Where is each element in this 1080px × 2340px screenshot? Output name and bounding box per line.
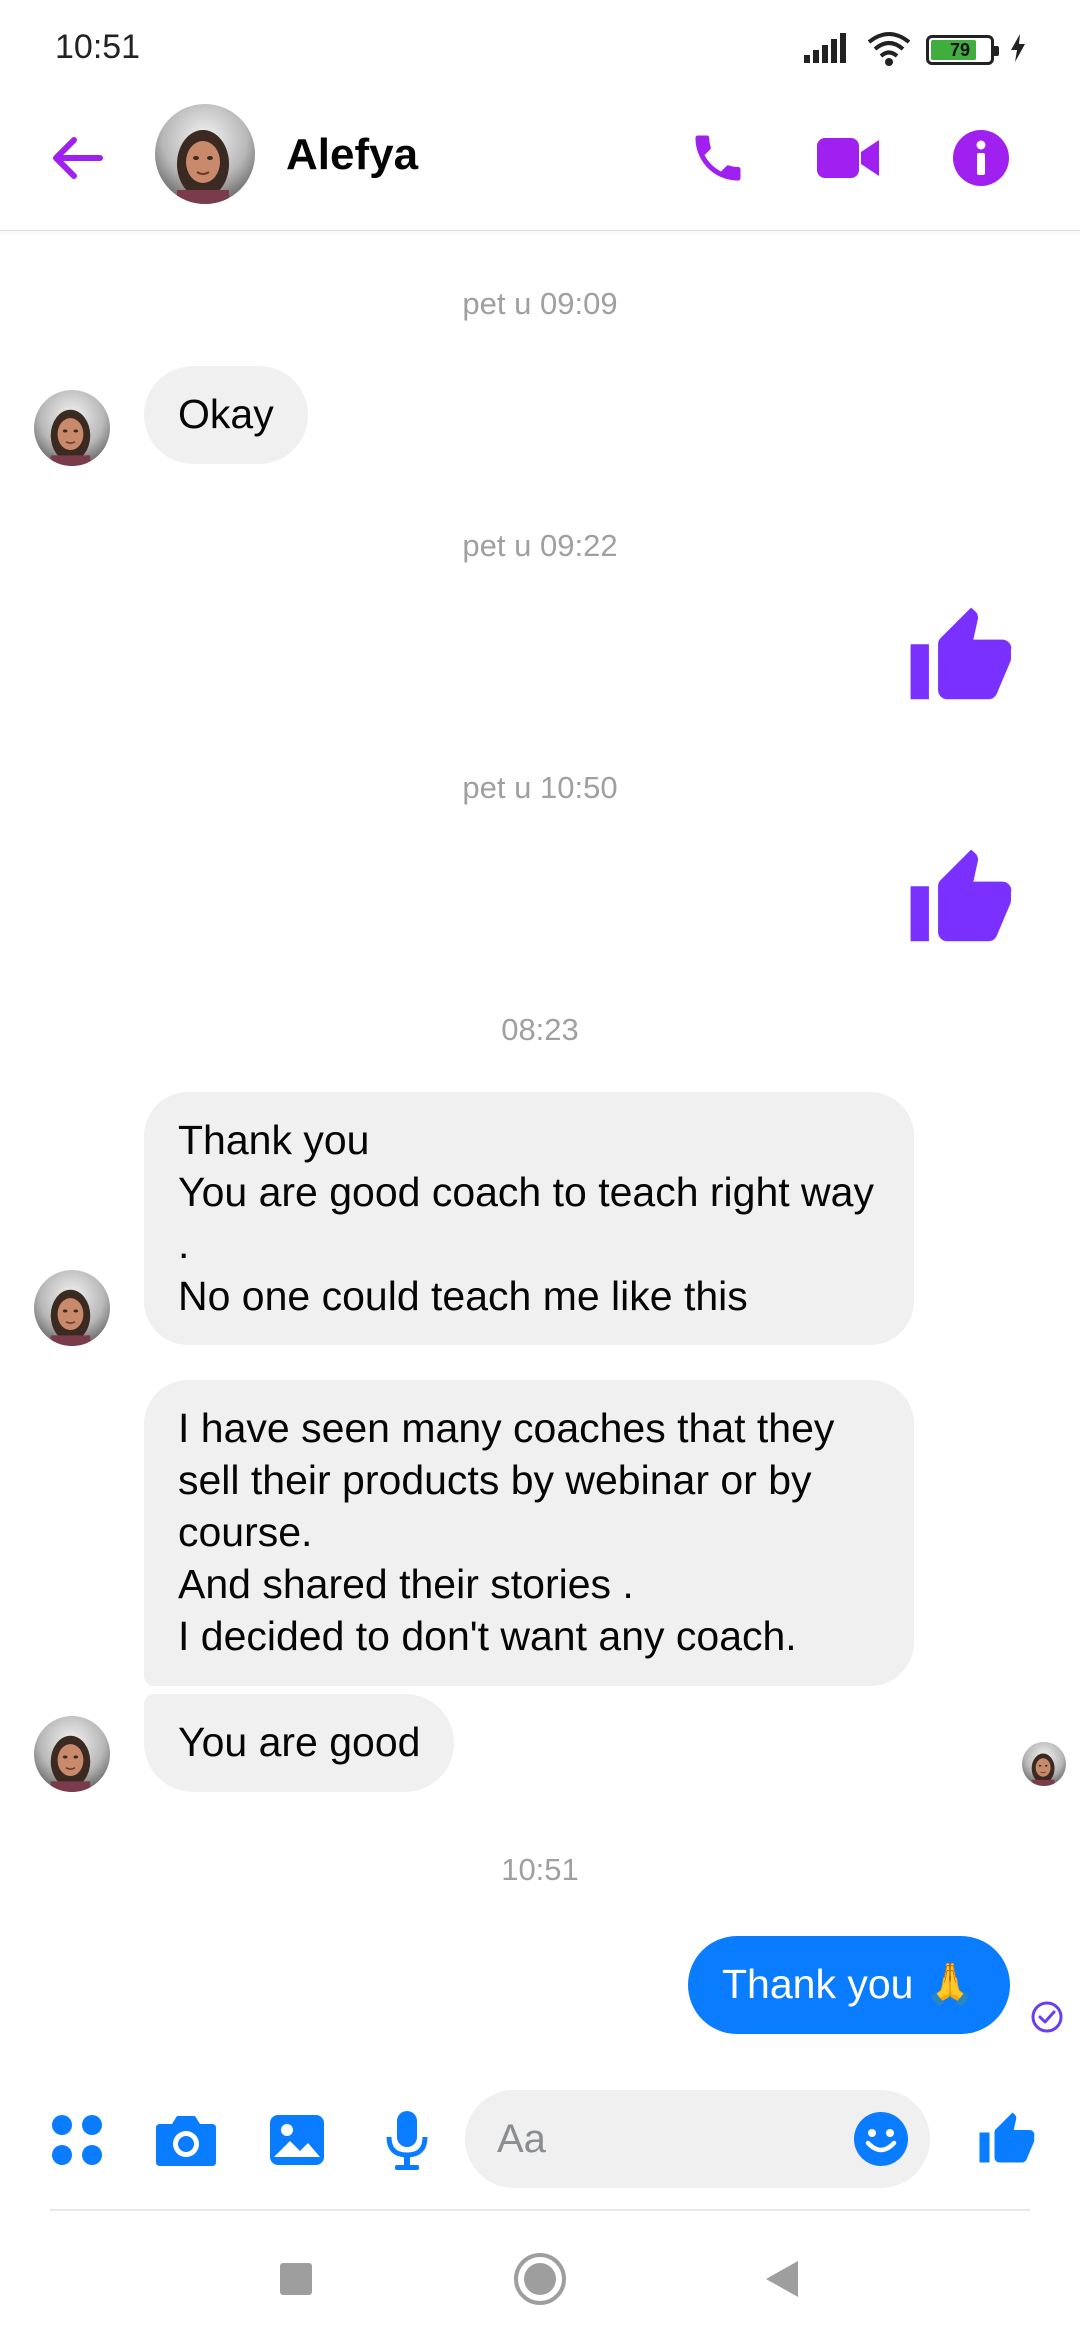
image-icon	[270, 2115, 324, 2165]
microphone-icon	[386, 2111, 428, 2170]
info-icon	[953, 130, 1009, 186]
sender-avatar[interactable]	[34, 1716, 110, 1792]
voice-message-button[interactable]	[373, 2106, 441, 2174]
voice-call-button[interactable]	[682, 122, 754, 194]
square-icon	[280, 2263, 312, 2295]
seen-status	[1030, 2000, 1064, 2034]
more-actions-button[interactable]	[43, 2106, 111, 2174]
four-dots-icon	[52, 2115, 102, 2165]
sender-avatar[interactable]	[34, 390, 110, 466]
check-circle-icon	[1031, 2001, 1063, 2033]
status-bar: 10:51 79	[0, 0, 1080, 96]
video-camera-icon	[817, 138, 879, 178]
system-nav-bar	[0, 2211, 1080, 2340]
recents-button[interactable]	[266, 2249, 326, 2309]
incoming-message[interactable]: I have seen many coaches that they sell …	[144, 1380, 914, 1686]
sender-avatar[interactable]	[34, 1270, 110, 1346]
thumbs-up-icon	[910, 849, 1012, 942]
message-timestamp: pet u 09:09	[462, 286, 618, 321]
back-nav-button[interactable]	[752, 2249, 812, 2309]
thumbs-up-icon	[979, 2112, 1035, 2163]
status-time: 10:51	[55, 28, 141, 66]
status-icons: 79	[802, 30, 1028, 70]
video-call-button[interactable]	[812, 122, 884, 194]
emoji-button[interactable]	[850, 2108, 912, 2170]
thumbs-up-icon	[910, 607, 1012, 700]
info-button[interactable]	[945, 122, 1017, 194]
charging-icon	[1008, 32, 1028, 69]
smiley-icon	[854, 2112, 908, 2166]
triangle-back-icon	[766, 2261, 798, 2297]
contact-avatar[interactable]	[155, 104, 255, 204]
camera-icon	[156, 2116, 216, 2166]
gallery-button[interactable]	[263, 2106, 331, 2174]
arrow-left-icon	[53, 137, 103, 179]
message-composer	[0, 2080, 1080, 2200]
home-button[interactable]	[510, 2249, 570, 2309]
send-like-button[interactable]	[973, 2106, 1041, 2174]
chat-header: Alefya	[0, 96, 1080, 231]
wifi-icon	[866, 30, 912, 71]
outgoing-message[interactable]: Thank you 🙏	[688, 1936, 1010, 2034]
incoming-message[interactable]: Thank you You are good coach to teach ri…	[144, 1092, 914, 1345]
battery-level: 79	[949, 40, 971, 60]
incoming-message[interactable]: Okay	[144, 366, 308, 464]
message-timestamp: 10:51	[501, 1852, 579, 1887]
battery-icon: 79	[926, 35, 999, 65]
signal-icon	[802, 31, 852, 70]
incoming-message[interactable]: You are good	[144, 1694, 455, 1792]
read-receipt-avatar	[1022, 1742, 1066, 1786]
outgoing-like-message[interactable]	[906, 603, 1016, 713]
message-timestamp: 08:23	[501, 1012, 579, 1047]
camera-button[interactable]	[152, 2106, 220, 2174]
outgoing-like-message[interactable]	[906, 845, 1016, 955]
home-circle-icon	[514, 2253, 566, 2305]
message-timestamp: pet u 10:50	[462, 770, 618, 805]
contact-name[interactable]: Alefya	[286, 130, 418, 180]
back-button[interactable]	[45, 126, 109, 190]
phone-icon	[695, 135, 741, 181]
message-timestamp: pet u 09:22	[462, 528, 618, 563]
